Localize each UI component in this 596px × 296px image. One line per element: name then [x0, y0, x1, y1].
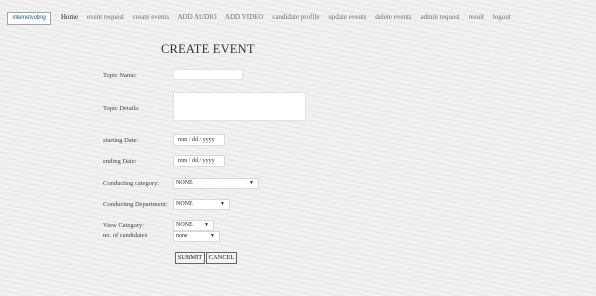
nav-logout[interactable]: logout	[493, 13, 511, 21]
conducting-department-label: Conducting Department:	[103, 201, 168, 208]
conducting-category-value: NONE	[176, 180, 193, 186]
view-category-label: View Category:	[103, 222, 144, 229]
starting-date-input[interactable]: mm / dd / yyyy	[173, 134, 225, 146]
no-of-candidates-value: none	[176, 233, 188, 239]
ending-date-input[interactable]: mm / dd / yyyy	[173, 155, 225, 167]
nav-result[interactable]: result	[469, 13, 485, 21]
nav-admin-request[interactable]: admin request	[420, 13, 459, 21]
nav-links: Home event request create events ADD AUD…	[61, 13, 518, 21]
page-title: CREATE EVENT	[161, 42, 255, 56]
topic-name-label: Topic Name:	[103, 72, 137, 79]
topic-details-label: Topic Details:	[103, 105, 140, 112]
nav-candidate-profile[interactable]: candidate profile	[272, 13, 319, 21]
no-of-candidates-label: no. of candidates	[103, 232, 148, 239]
conducting-department-select[interactable]: NONE ▼	[173, 199, 230, 210]
view-category-value: NONE	[176, 222, 193, 228]
topic-name-input[interactable]	[173, 69, 243, 80]
site-logo[interactable]: internetvoting	[7, 12, 51, 25]
conducting-department-value: NONE	[176, 201, 193, 207]
conducting-category-select[interactable]: NONE ▼	[173, 178, 259, 189]
nav-home[interactable]: Home	[61, 13, 78, 21]
chevron-down-icon: ▼	[204, 223, 209, 228]
nav-add-audio[interactable]: ADD AUDIO	[177, 13, 216, 21]
view-category-select[interactable]: NONE ▼	[173, 220, 214, 231]
nav-update-events[interactable]: update events	[328, 13, 366, 21]
submit-button[interactable]: SUBMIT	[175, 252, 205, 264]
nav-create-events[interactable]: create events	[133, 13, 169, 21]
cancel-button[interactable]: CANCEL	[206, 252, 237, 264]
chevron-down-icon: ▼	[220, 202, 225, 207]
topic-details-textarea[interactable]	[173, 92, 306, 121]
chevron-down-icon: ▼	[249, 181, 254, 186]
ending-date-label: ending Date:	[103, 158, 137, 165]
conducting-category-label: Conducting category:	[103, 180, 160, 187]
nav-add-video[interactable]: ADD VIDEO	[225, 13, 264, 21]
chevron-down-icon: ▼	[210, 234, 215, 239]
top-navigation: internetvoting Home event request create…	[0, 0, 596, 34]
nav-delete-events[interactable]: delete events	[375, 13, 411, 21]
nav-event-request[interactable]: event request	[87, 13, 124, 21]
starting-date-label: starting Date:	[103, 137, 139, 144]
no-of-candidates-select[interactable]: none ▼	[173, 231, 220, 242]
